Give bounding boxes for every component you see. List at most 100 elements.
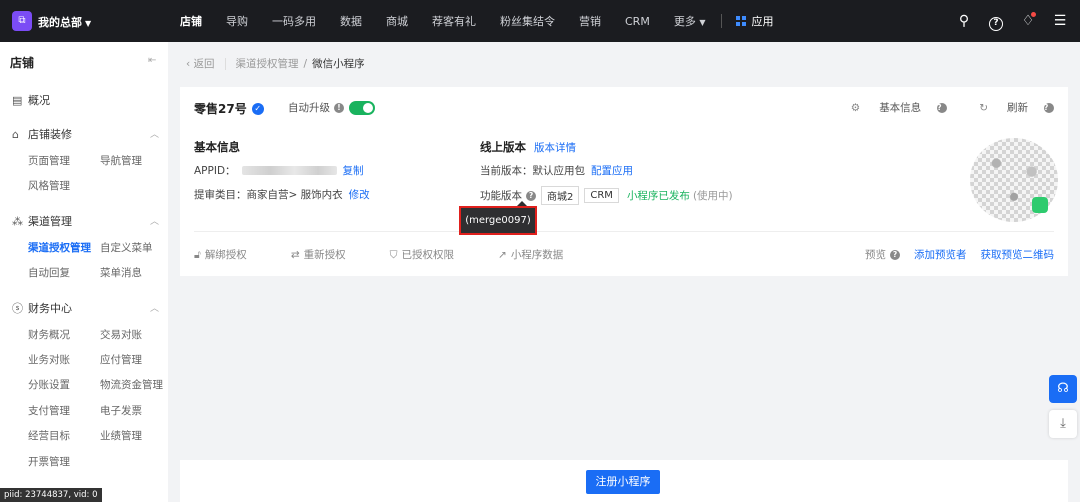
help-icon[interactable]: ? (937, 102, 948, 113)
auto-upgrade: 自动升级! (288, 100, 375, 115)
lock-icon: 🔓︎ (194, 249, 201, 261)
nav-store[interactable]: 店铺 (180, 13, 202, 29)
preview-area: 预览? 添加预览者 获取预览二维码 (865, 247, 1055, 262)
category-row: 提审类目： 商家自营> 服饰内衣 修改 (194, 187, 370, 202)
sidebar-item-finance-overview[interactable]: 财务概况 (28, 327, 70, 342)
nav-one-code[interactable]: 一码多用 (272, 13, 316, 29)
sidebar-item-auto-reply[interactable]: 自动回复 (28, 265, 70, 280)
bottom-action-bar: 注册小程序 (180, 460, 1068, 502)
sidebar-item-payment-manage[interactable]: 支付管理 (28, 403, 70, 418)
chevron-up-icon[interactable]: ︿ (150, 214, 159, 227)
register-mini-program-button[interactable]: 注册小程序 (586, 470, 660, 494)
sidebar-item-logistics-funds[interactable]: 物流资金管理 (100, 377, 163, 392)
version-detail-link[interactable]: 版本详情 (534, 140, 576, 155)
publish-status-note: (使用中) (692, 190, 733, 202)
nav-apps[interactable]: 应用 (736, 13, 773, 29)
config-app-link[interactable]: 配置应用 (591, 163, 633, 178)
help-icon[interactable]: ? (526, 190, 536, 201)
sidebar-item-invoice-manage[interactable]: 开票管理 (28, 454, 70, 469)
nav-more[interactable]: 更多 ▼ (674, 13, 706, 29)
sidebar-section-channel[interactable]: ⁂ 渠道管理 (12, 213, 72, 229)
publish-status: 小程序已发布 (626, 190, 690, 202)
top-bar: ⧉ 我的总部 ▼ 店铺 导购 一码多用 数据 商城 荐客有礼 粉丝集结令 营销 C… (0, 0, 1080, 42)
sidebar-item-style-manage[interactable]: 风格管理 (28, 178, 70, 193)
tag-crm: CRM (584, 188, 619, 203)
nav-data[interactable]: 数据 (340, 13, 362, 29)
menu-icon[interactable]: ☰ (1050, 11, 1070, 31)
nav-fans[interactable]: 粉丝集结令 (500, 13, 555, 29)
chevron-up-icon[interactable]: ︿ (150, 301, 159, 314)
modify-link[interactable]: 修改 (349, 187, 370, 202)
top-icons: ⚲ ? ♢ ☰ (942, 11, 1070, 31)
sidebar-item-e-invoice[interactable]: 电子发票 (100, 403, 142, 418)
sidebar-item-split-settings[interactable]: 分账设置 (28, 377, 70, 392)
refresh-icon: ↻ (979, 101, 988, 114)
notification-dot (1031, 12, 1036, 17)
sidebar-item-channel-auth[interactable]: 渠道授权管理 (28, 240, 91, 255)
sidebar-title: 店铺 (10, 56, 35, 70)
nav-guide[interactable]: 导购 (226, 13, 248, 29)
sidebar-item-nav-manage[interactable]: 导航管理 (100, 153, 142, 168)
sidebar-section-store-design[interactable]: ⌂ 店铺装修 (12, 126, 72, 142)
card-top-links: ⚙ 基本信息? ↻ 刷新? (819, 100, 1054, 115)
gear-icon: ⚙ (850, 101, 861, 114)
sidebar-item-biz-reconcile[interactable]: 业务对账 (28, 352, 70, 367)
breadcrumb-separator: / (303, 57, 308, 70)
get-preview-qr-link[interactable]: 获取预览二维码 (981, 247, 1055, 262)
shield-icon: ⛉ (389, 249, 398, 261)
nav-crm[interactable]: CRM (625, 15, 650, 28)
nav-marketing[interactable]: 营销 (579, 13, 601, 29)
sidebar-item-custom-menu[interactable]: 自定义菜单 (100, 240, 153, 255)
sidebar-item-menu-message[interactable]: 菜单消息 (100, 265, 142, 280)
bell-icon[interactable]: ♢ (1018, 11, 1038, 31)
sidebar-item-overview[interactable]: ▤ 概况 (12, 92, 50, 108)
sidebar-item-biz-target[interactable]: 经营目标 (28, 428, 70, 443)
copy-link[interactable]: 复制 (343, 163, 364, 178)
help-icon[interactable]: ? (1044, 102, 1054, 113)
mini-program-card: 零售27号 ✓ 自动升级! ⚙ 基本信息? ↻ 刷新? 基本信息 APPID： 复制 提… (180, 87, 1068, 276)
authorized-permissions-action[interactable]: ⛉ 已授权权限 (390, 247, 476, 262)
download-icon[interactable]: ⤓ (1049, 410, 1077, 438)
back-link[interactable]: ‹ 返回 (186, 56, 215, 71)
collapse-sidebar-icon[interactable]: ⇤ (148, 55, 156, 66)
reauth-action[interactable]: ⇄ 重新授权 (291, 247, 368, 262)
mini-program-data-action[interactable]: ↗ 小程序数据 (498, 247, 585, 262)
debug-info: piid: 23744837, vid: 0 (0, 488, 102, 502)
nav-mall[interactable]: 商城 (386, 13, 408, 29)
brand-switcher[interactable]: 我的总部 ▼ (38, 14, 91, 30)
sidebar-item-page-manage[interactable]: 页面管理 (28, 153, 70, 168)
card-actions: 🔓︎ 解绑授权 ⇄ 重新授权 ⛉ 已授权权限 ↗ 小程序数据 (194, 247, 607, 262)
mini-program-name: 零售27号 ✓ (194, 100, 264, 117)
unbind-auth-action[interactable]: 🔓︎ 解绑授权 (194, 247, 269, 262)
nav-divider (721, 14, 723, 28)
breadcrumb-parent[interactable]: 渠道授权管理 (236, 56, 299, 71)
current-version-row: 当前版本： 默认应用包 配置应用 (480, 163, 633, 178)
auto-upgrade-toggle[interactable] (349, 100, 375, 115)
apps-grid-icon (736, 16, 747, 26)
sidebar-item-performance[interactable]: 业绩管理 (100, 428, 142, 443)
basic-info-link[interactable]: ⚙ 基本信息? (835, 100, 948, 115)
basic-info-title: 基本信息 (194, 140, 240, 154)
help-icon[interactable]: ? (986, 11, 1006, 31)
reauth-icon: ⇄ (290, 249, 300, 261)
help-icon[interactable]: ? (890, 249, 900, 260)
refresh-link[interactable]: ↻ 刷新? (963, 100, 1054, 115)
appid-value-redacted (241, 166, 337, 175)
breadcrumb-current: 微信小程序 (312, 58, 365, 70)
online-version-header: 线上版本 版本详情 (480, 140, 576, 155)
qr-logo (1032, 197, 1048, 213)
chevron-up-icon[interactable]: ︿ (150, 127, 159, 140)
sidebar-item-trade-reconcile[interactable]: 交易对账 (100, 327, 142, 342)
home-icon: ⌂ (12, 127, 19, 141)
verified-icon: ✓ (251, 102, 264, 115)
main-nav: 店铺 导购 一码多用 数据 商城 荐客有礼 粉丝集结令 营销 CRM 更多 ▼ … (180, 0, 773, 42)
support-headset-icon[interactable]: ☊ (1049, 375, 1077, 403)
nav-referral[interactable]: 荐客有礼 (432, 13, 476, 29)
logo-icon: ⧉ (12, 11, 32, 31)
sidebar: 店铺 ⇤ ▤ 概况 ⌂ 店铺装修 ︿ 页面管理 导航管理 风格管理 ⁂ 渠道管理 ︿ … (0, 42, 168, 502)
sidebar-section-finance[interactable]: ⓢ 财务中心 (12, 300, 72, 316)
search-icon[interactable]: ⚲ (954, 11, 974, 31)
help-icon[interactable]: ! (334, 102, 344, 113)
sidebar-item-payables[interactable]: 应付管理 (100, 352, 142, 367)
add-previewer-link[interactable]: 添加预览者 (914, 247, 967, 262)
